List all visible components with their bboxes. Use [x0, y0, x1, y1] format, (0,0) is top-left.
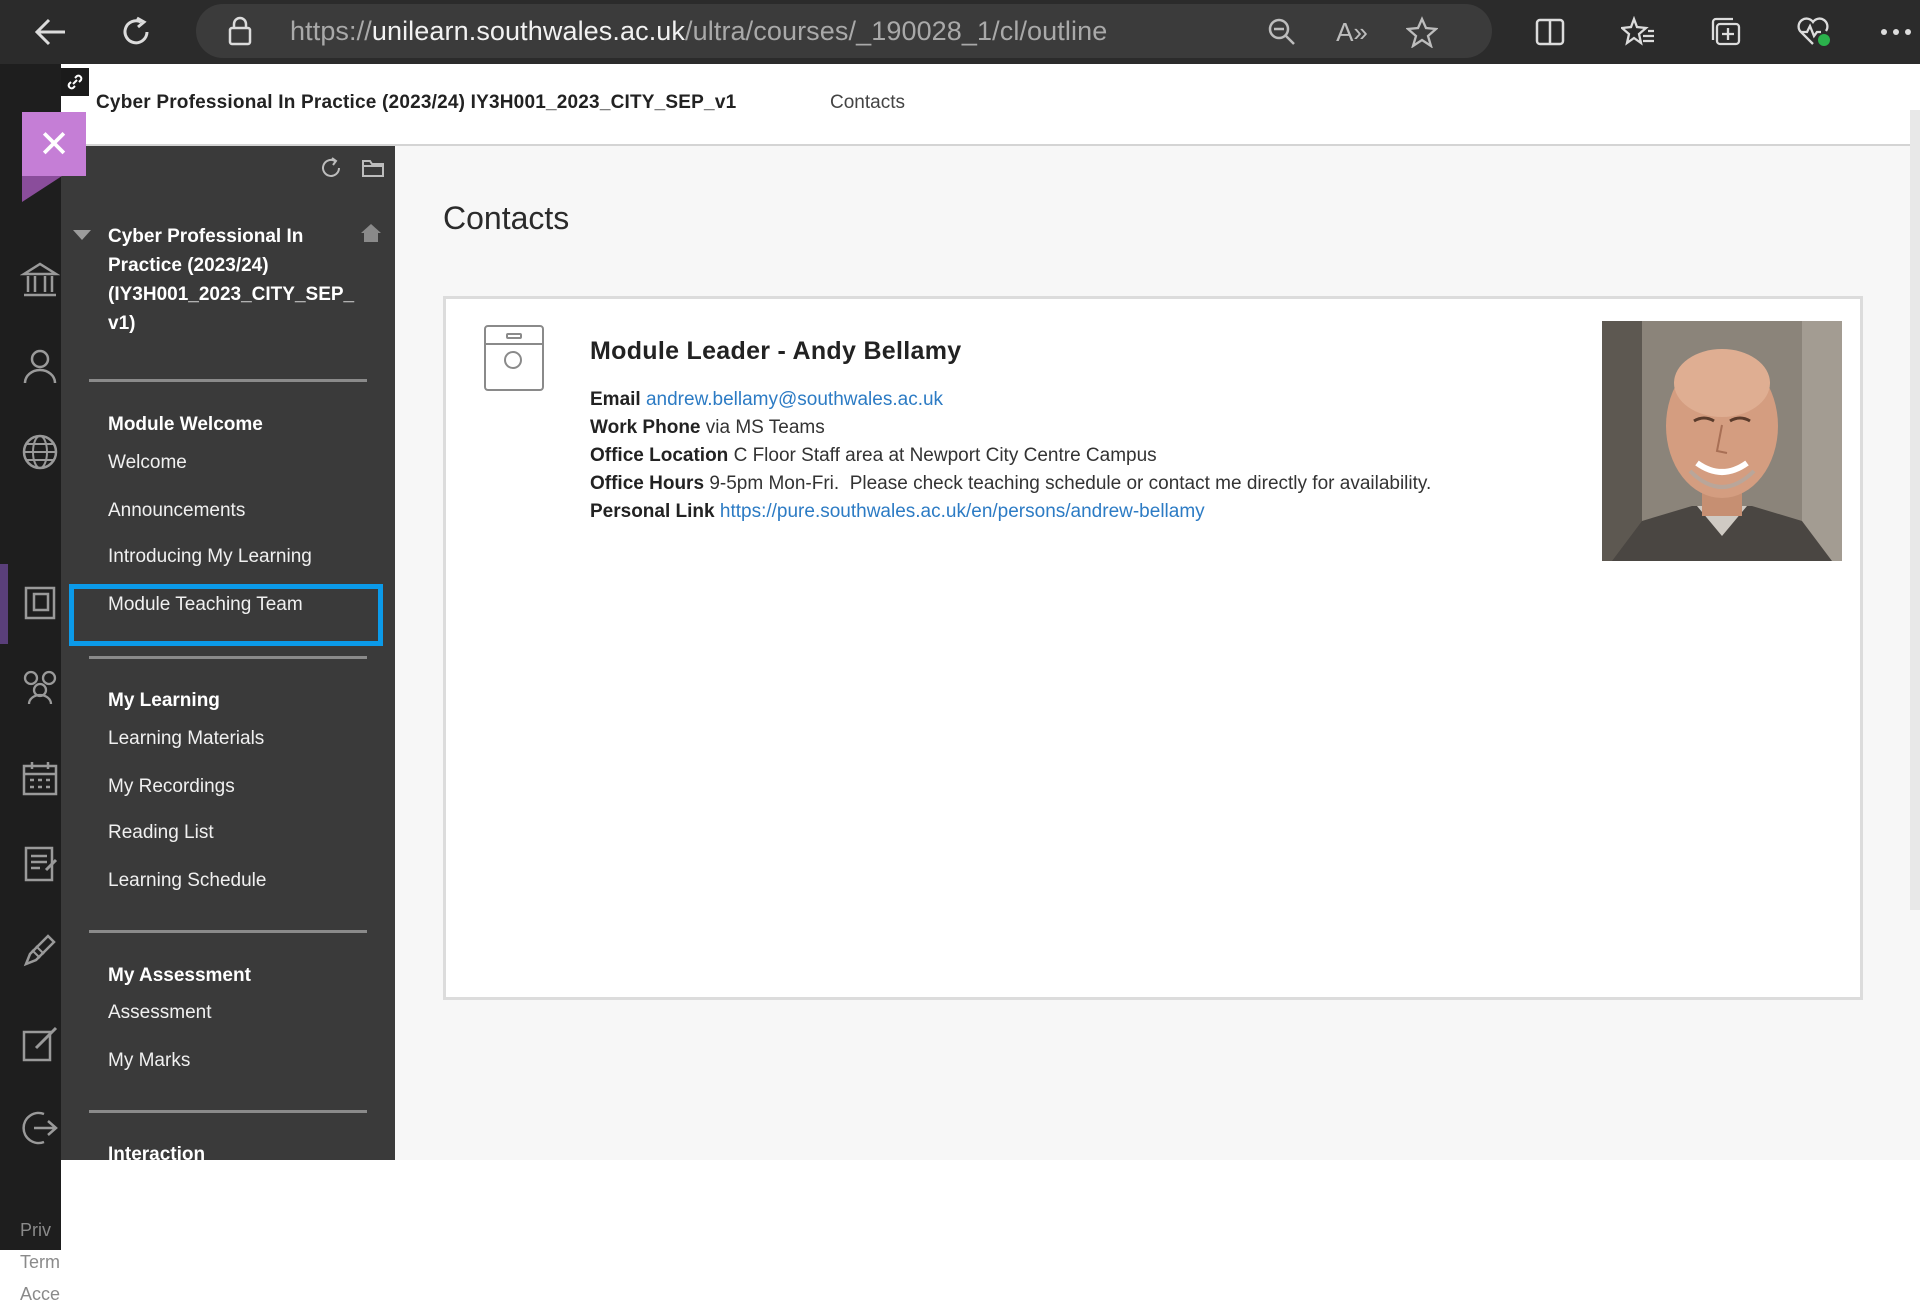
- grades-icon[interactable]: [18, 928, 62, 972]
- email-link[interactable]: andrew.bellamy@southwales.ac.uk: [646, 389, 943, 410]
- breadcrumb-current-page: Contacts: [830, 92, 905, 113]
- menu-heading-my-learning[interactable]: My Learning: [108, 690, 220, 712]
- menu-item-my-marks[interactable]: My Marks: [108, 1050, 190, 1072]
- hours-label: Office Hours: [590, 473, 705, 494]
- personal-link-label: Personal Link: [590, 501, 715, 522]
- menu-item-assessment[interactable]: Assessment: [108, 1002, 211, 1024]
- menu-item-introducing-my-learning[interactable]: Introducing My Learning: [108, 546, 312, 568]
- more-options-icon[interactable]: [1872, 8, 1920, 56]
- menu-divider: [89, 379, 367, 382]
- zoom-out-icon[interactable]: [1262, 12, 1302, 52]
- page-title: Contacts: [443, 200, 570, 236]
- link-icon[interactable]: [61, 68, 89, 96]
- home-icon[interactable]: [359, 222, 383, 249]
- contact-phone-line: Work Phone via MS Teams: [590, 417, 825, 439]
- back-arrow-icon[interactable]: [26, 8, 74, 56]
- course-menu: Cyber Professional In Practice (2023/24)…: [61, 146, 395, 1160]
- location-value: C Floor Staff area at Newport City Centr…: [733, 445, 1157, 466]
- phone-value: via MS Teams: [705, 417, 825, 438]
- profile-photo: [1602, 321, 1842, 561]
- refresh-icon[interactable]: [112, 8, 160, 56]
- menu-item-module-teaching-team[interactable]: Module Teaching Team: [108, 594, 303, 616]
- privacy-link[interactable]: Priv: [20, 1220, 51, 1241]
- menu-item-learning-schedule[interactable]: Learning Schedule: [108, 870, 266, 892]
- menu-item-my-recordings[interactable]: My Recordings: [108, 776, 235, 798]
- address-bar[interactable]: https://unilearn.southwales.ac.uk/ultra/…: [196, 4, 1492, 58]
- menu-heading-module-welcome[interactable]: Module Welcome: [108, 414, 263, 436]
- profile-icon[interactable]: [18, 344, 62, 388]
- menu-divider: [89, 1110, 367, 1113]
- read-aloud-icon[interactable]: A»: [1332, 12, 1372, 52]
- favorites-icon[interactable]: [1614, 8, 1662, 56]
- lock-icon: [226, 16, 254, 51]
- contact-email-line: Email andrew.bellamy@southwales.ac.uk: [590, 389, 943, 411]
- contact-name: Module Leader - Andy Bellamy: [590, 337, 962, 365]
- personal-link[interactable]: https://pure.southwales.ac.uk/en/persons…: [720, 501, 1205, 522]
- collapse-caret-icon[interactable]: [73, 230, 91, 240]
- contact-hours-line: Office Hours 9-5pm Mon-Fri. Please check…: [590, 473, 1431, 495]
- global-nav-rail: Priv Term Acce: [0, 64, 62, 1304]
- content-area: Contacts Module Leader - Andy Bellamy Em…: [395, 146, 1920, 1160]
- menu-heading-my-assessment[interactable]: My Assessment: [108, 965, 251, 987]
- organizations-icon[interactable]: [18, 664, 62, 708]
- menu-item-welcome[interactable]: Welcome: [108, 452, 187, 474]
- terms-link[interactable]: Term: [20, 1252, 60, 1273]
- breadcrumb-course[interactable]: Cyber Professional In Practice (2023/24)…: [96, 92, 736, 114]
- contact-link-line: Personal Link https://pure.southwales.ac…: [590, 501, 1205, 523]
- email-label: Email: [590, 389, 641, 410]
- menu-divider: [89, 656, 367, 659]
- contact-card: Module Leader - Andy Bellamy Email andre…: [443, 296, 1863, 1000]
- institution-icon[interactable]: [18, 258, 62, 302]
- menu-item-learning-materials[interactable]: Learning Materials: [108, 728, 264, 750]
- close-icon: ✕: [38, 123, 70, 166]
- folder-view-icon[interactable]: [361, 156, 385, 185]
- menu-divider: [89, 930, 367, 933]
- accessibility-link[interactable]: Acce: [20, 1284, 60, 1305]
- contact-card-icon: [484, 325, 544, 391]
- favorite-star-icon[interactable]: [1402, 12, 1442, 52]
- browser-toolbar: https://unilearn.southwales.ac.uk/ultra/…: [0, 0, 1920, 64]
- page-footer-area: [61, 1160, 1920, 1250]
- menu-heading-interaction[interactable]: Interaction: [108, 1144, 205, 1160]
- active-indicator: [0, 564, 8, 644]
- collections-icon[interactable]: [1702, 8, 1750, 56]
- menu-item-reading-list[interactable]: Reading List: [108, 822, 214, 844]
- phone-label: Work Phone: [590, 417, 701, 438]
- close-course-button[interactable]: ✕: [22, 112, 86, 176]
- globe-icon[interactable]: [18, 430, 62, 474]
- menu-toolbar: [319, 156, 385, 185]
- courses-icon[interactable]: [18, 580, 62, 624]
- location-label: Office Location: [590, 445, 729, 466]
- menu-course-title[interactable]: Cyber Professional In Practice (2023/24)…: [108, 222, 368, 338]
- browser-health-icon[interactable]: [1790, 8, 1838, 56]
- assignments-icon[interactable]: [18, 1022, 62, 1066]
- hours-value: 9-5pm Mon-Fri. Please check teaching sch…: [709, 473, 1432, 494]
- url-text[interactable]: https://unilearn.southwales.ac.uk/ultra/…: [290, 16, 1107, 47]
- calendar-icon[interactable]: [18, 756, 62, 800]
- page-scrollbar[interactable]: [1910, 110, 1920, 910]
- messages-icon[interactable]: [18, 842, 62, 886]
- sign-out-icon[interactable]: [18, 1106, 62, 1150]
- split-screen-icon[interactable]: [1526, 8, 1574, 56]
- contact-location-line: Office Location C Floor Staff area at Ne…: [590, 445, 1157, 467]
- refresh-menu-icon[interactable]: [319, 156, 343, 185]
- menu-item-announcements[interactable]: Announcements: [108, 500, 245, 522]
- close-tab-fold: [22, 176, 62, 202]
